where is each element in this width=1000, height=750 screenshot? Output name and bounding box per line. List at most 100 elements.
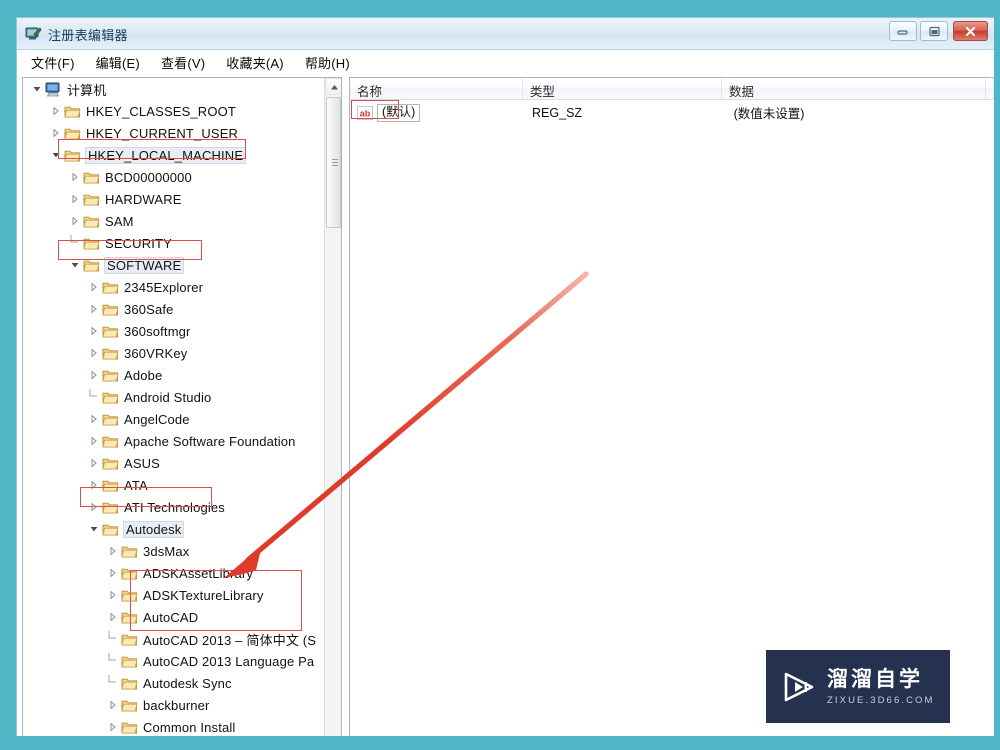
maximize-button[interactable] xyxy=(920,21,948,41)
tree-vertical-scrollbar[interactable] xyxy=(324,78,341,736)
tree-item[interactable]: SAM xyxy=(23,210,323,232)
chevron-right-icon[interactable] xyxy=(105,609,121,625)
tree-item[interactable]: ASUS xyxy=(23,452,323,474)
tree-item[interactable]: AngelCode xyxy=(23,408,323,430)
chevron-right-icon[interactable] xyxy=(105,587,121,603)
tree-item[interactable]: 3dsMax xyxy=(23,540,323,562)
tree-item[interactable]: Autodesk Sync xyxy=(23,672,323,694)
tree-item[interactable]: ADSKTextureLibrary xyxy=(23,584,323,606)
chevron-right-icon[interactable] xyxy=(86,345,102,361)
menu-item-help[interactable]: 帮助(H) xyxy=(295,50,361,75)
folder-icon xyxy=(121,720,138,735)
chevron-right-icon[interactable] xyxy=(48,103,64,119)
chevron-right-icon[interactable] xyxy=(67,169,83,185)
menu-item-view[interactable]: 查看(V) xyxy=(151,50,216,75)
tree-item-label: 360softmgr xyxy=(124,323,191,339)
chevron-down-icon[interactable] xyxy=(86,521,102,537)
folder-icon xyxy=(121,544,138,559)
values-column-header: 名称 类型 数据 xyxy=(350,78,994,100)
tree-item[interactable]: HARDWARE xyxy=(23,188,323,210)
play-logo-icon xyxy=(780,668,818,706)
tree-item[interactable]: Android Studio xyxy=(23,386,323,408)
chevron-right-icon[interactable] xyxy=(86,301,102,317)
tree-item[interactable]: HKEY_CLASSES_ROOT xyxy=(23,100,323,122)
tree-item[interactable]: ATI Technologies xyxy=(23,496,323,518)
chevron-right-icon[interactable] xyxy=(86,411,102,427)
tree-item-label: Autodesk xyxy=(124,521,184,537)
chevron-right-icon[interactable] xyxy=(105,543,121,559)
tree-item-label: 2345Explorer xyxy=(124,279,204,295)
tree-item[interactable]: ADSKAssetLibrary xyxy=(23,562,323,584)
value-type-cell: REG_SZ xyxy=(532,105,583,120)
tree-item[interactable]: AutoCAD 2013 Language Pa xyxy=(23,650,323,672)
tree-item[interactable]: 计算机 xyxy=(23,78,323,100)
registry-tree: 计算机 HKEY_CLASSES_ROOT HKEY_CURRENT_USER HKE… xyxy=(23,78,323,736)
column-header-data[interactable]: 数据 xyxy=(722,78,986,99)
tree-item[interactable]: SECURITY xyxy=(23,232,323,254)
chevron-right-icon[interactable] xyxy=(86,433,102,449)
chevron-right-icon[interactable] xyxy=(86,279,102,295)
chevron-down-icon[interactable] xyxy=(48,147,64,163)
tree-item[interactable]: AutoCAD xyxy=(23,606,323,628)
folder-icon xyxy=(121,588,138,603)
chevron-right-icon[interactable] xyxy=(105,565,121,581)
tree-item[interactable]: 2345Explorer xyxy=(23,276,323,298)
tree-item[interactable]: 360VRKey xyxy=(23,342,323,364)
tree-item[interactable]: ATA xyxy=(23,474,323,496)
menu-bar: 文件(F) 编辑(E) 查看(V) 收藏夹(A) 帮助(H) xyxy=(17,50,994,75)
tree-item-label: SAM xyxy=(105,213,134,229)
chevron-right-icon[interactable] xyxy=(86,455,102,471)
chevron-right-icon[interactable] xyxy=(86,323,102,339)
chevron-down-icon[interactable] xyxy=(29,81,45,97)
chevron-right-icon[interactable] xyxy=(105,719,121,735)
watermark-text: 溜溜自学 ZIXUE.3D66.COM xyxy=(827,667,935,706)
folder-icon xyxy=(83,258,100,273)
chevron-right-icon[interactable] xyxy=(105,697,121,713)
tree-item[interactable]: Adobe xyxy=(23,364,323,386)
tree-item[interactable]: BCD00000000 xyxy=(23,166,323,188)
minimize-button[interactable] xyxy=(889,21,917,41)
tree-item[interactable]: SOFTWARE xyxy=(23,254,323,276)
tree-item[interactable]: HKEY_CURRENT_USER xyxy=(23,122,323,144)
tree-item[interactable]: Apache Software Foundation xyxy=(23,430,323,452)
folder-icon xyxy=(83,170,100,185)
tree-item[interactable]: AutoCAD 2013 – 简体中文 (S xyxy=(23,628,323,650)
scrollbar-thumb[interactable] xyxy=(326,97,341,228)
registry-values-pane: 名称 类型 数据 ab (默认) REG_SZ (数值未设置) xyxy=(349,77,994,736)
close-button[interactable] xyxy=(953,21,988,41)
scroll-up-arrow-icon[interactable] xyxy=(325,78,341,95)
column-header-type[interactable]: 类型 xyxy=(523,78,722,99)
tree-item-label: AutoCAD 2013 – 简体中文 (S xyxy=(143,632,317,648)
tree-item-label: 3dsMax xyxy=(143,543,190,559)
tree-item[interactable]: backburner xyxy=(23,694,323,716)
table-row[interactable]: ab (默认) REG_SZ (数值未设置) xyxy=(350,100,994,122)
menu-item-favorites[interactable]: 收藏夹(A) xyxy=(216,50,295,75)
menu-item-edit[interactable]: 编辑(E) xyxy=(86,50,151,75)
editor-body: 计算机 HKEY_CLASSES_ROOT HKEY_CURRENT_USER HKE… xyxy=(17,75,994,736)
tree-item-label: SECURITY xyxy=(105,235,172,251)
tree-item[interactable]: HKEY_LOCAL_MACHINE xyxy=(23,144,323,166)
tree-item[interactable]: Autodesk xyxy=(23,518,323,540)
chevron-right-icon[interactable] xyxy=(86,499,102,515)
chevron-right-icon[interactable] xyxy=(86,367,102,383)
menu-item-file[interactable]: 文件(F) xyxy=(21,50,86,75)
chevron-right-icon[interactable] xyxy=(86,477,102,493)
chevron-right-icon[interactable] xyxy=(67,191,83,207)
screenshot-frame: 注册表编辑器 文件(F) 编辑(E) 查看(V) 收藏夹(A) 帮助(H) 计算… xyxy=(0,0,1000,750)
chevron-right-icon[interactable] xyxy=(67,213,83,229)
watermark-logo: 溜溜自学 ZIXUE.3D66.COM xyxy=(766,650,950,723)
tree-item[interactable]: 360softmgr xyxy=(23,320,323,342)
folder-icon xyxy=(121,676,138,691)
tree-item-label: backburner xyxy=(143,697,210,713)
folder-icon xyxy=(102,412,119,427)
tree-item-label: ADSKAssetLibrary xyxy=(143,565,254,581)
chevron-down-icon[interactable] xyxy=(67,257,83,273)
tree-item-label: HKEY_CLASSES_ROOT xyxy=(86,103,236,119)
chevron-right-icon[interactable] xyxy=(48,125,64,141)
tree-item[interactable]: 360Safe xyxy=(23,298,323,320)
column-header-name[interactable]: 名称 xyxy=(350,78,523,99)
folder-icon xyxy=(102,500,119,515)
registry-tree-pane: 计算机 HKEY_CLASSES_ROOT HKEY_CURRENT_USER HKE… xyxy=(22,77,342,736)
tree-item[interactable]: Common Install xyxy=(23,716,323,736)
string-value-icon: ab xyxy=(357,105,373,120)
